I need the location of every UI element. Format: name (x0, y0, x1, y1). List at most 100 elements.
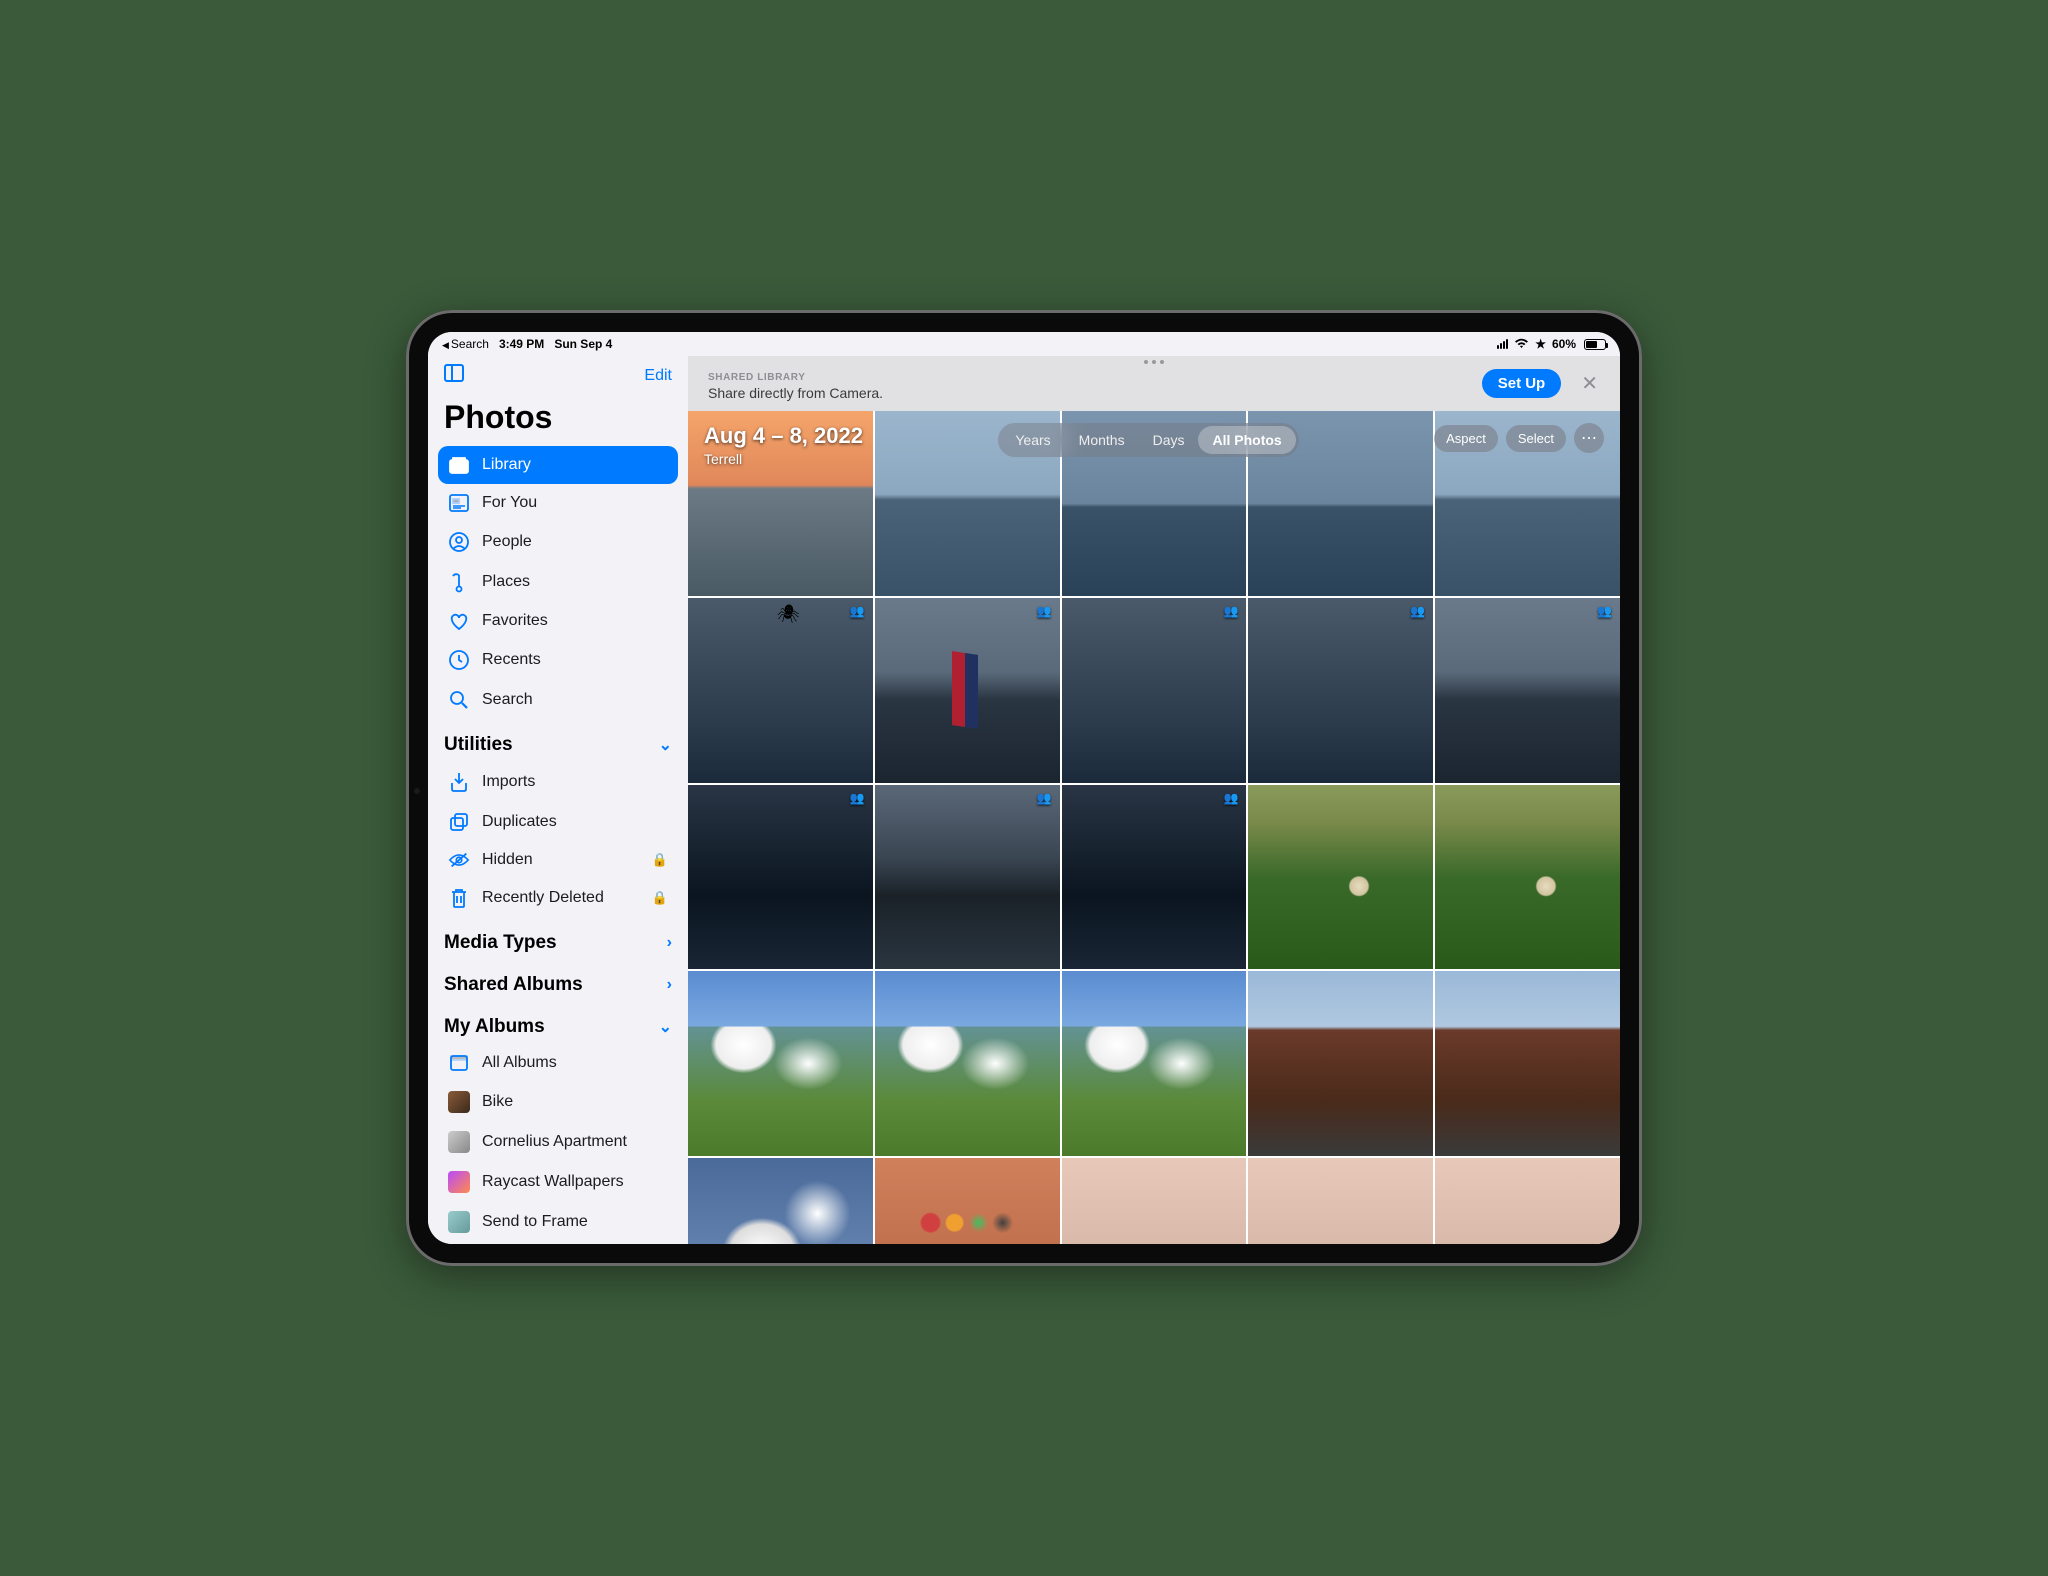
shared-icon: 👥 (850, 604, 865, 618)
sidebar-album-all-albums[interactable]: All Albums (438, 1044, 678, 1082)
section-media-types[interactable]: Media Types › (438, 918, 678, 960)
sidebar-toggle-button[interactable] (442, 362, 466, 389)
photo-cell[interactable] (1248, 971, 1433, 1156)
photo-cell[interactable]: 👥 (688, 785, 873, 970)
photo-cell[interactable] (1435, 971, 1620, 1156)
photo-cell[interactable]: 👥 (688, 598, 873, 783)
foryou-icon (448, 493, 470, 513)
shared-icon: 👥 (1037, 791, 1052, 805)
sidebar-album-raycast-wallpapers[interactable]: Raycast Wallpapers (438, 1162, 678, 1202)
people-icon (448, 531, 470, 553)
search-icon (448, 689, 470, 711)
sidebar-item-people[interactable]: People (438, 522, 678, 562)
section-shared-albums-label: Shared Albums (444, 974, 583, 996)
shared-icon: 👥 (1037, 604, 1052, 618)
album-icon (448, 1053, 470, 1073)
photo-cell[interactable]: 👥 (1062, 598, 1247, 783)
banner-label: SHARED LIBRARY (708, 372, 1468, 383)
sidebar-item-search[interactable]: Search (438, 680, 678, 720)
sidebar-item-for-you[interactable]: For You (438, 484, 678, 522)
segment-all-photos[interactable]: All Photos (1198, 426, 1295, 454)
section-my-albums[interactable]: My Albums ⌄ (438, 1002, 678, 1044)
grabber-icon[interactable] (1144, 360, 1164, 364)
app: Edit Photos LibraryFor YouPeoplePlacesFa… (428, 356, 1620, 1244)
photo-cell[interactable]: 👥 (1062, 785, 1247, 970)
photo-cell[interactable]: 👥 (875, 598, 1060, 783)
sidebar-item-label: Bike (482, 1093, 513, 1111)
banner-subtitle: Share directly from Camera. (708, 385, 1468, 401)
shared-icon: 👥 (850, 791, 865, 805)
sidebar-album-cornelius-apartment[interactable]: Cornelius Apartment (438, 1122, 678, 1162)
photo-cell[interactable] (688, 1158, 873, 1244)
sidebar-item-label: Favorites (482, 612, 548, 630)
sidebar-item-label: All Albums (482, 1054, 557, 1072)
sidebar-item-hidden[interactable]: Hidden 🔒 (438, 842, 678, 878)
sidebar-item-places[interactable]: Places (438, 562, 678, 602)
photo-cell[interactable]: 👥 (1435, 598, 1620, 783)
sidebar-item-label: Search (482, 691, 533, 709)
sidebar-item-label: Recently Deleted (482, 889, 604, 907)
edit-button[interactable]: Edit (642, 365, 674, 387)
segment-days[interactable]: Days (1139, 426, 1199, 454)
sidebar-item-label: People (482, 533, 532, 551)
shared-icon: 👥 (1597, 604, 1612, 618)
sidebar-item-recently-deleted[interactable]: Recently Deleted🔒 (438, 878, 678, 918)
sidebar-item-label: Imports (482, 773, 535, 791)
heart-icon (448, 611, 470, 631)
section-my-albums-label: My Albums (444, 1016, 545, 1038)
chevron-down-icon: ⌄ (659, 735, 672, 755)
status-back[interactable]: Search (442, 337, 489, 351)
section-media-types-label: Media Types (444, 932, 557, 954)
battery-icon (1584, 339, 1606, 350)
view-segmented-control[interactable]: YearsMonthsDaysAll Photos (998, 423, 1298, 457)
wifi-icon (1514, 337, 1529, 352)
library-icon (448, 455, 470, 475)
aspect-button[interactable]: Aspect (1434, 425, 1498, 452)
status-time: 3:49 PM (499, 337, 544, 351)
clock-icon (448, 649, 470, 671)
close-banner-button[interactable]: ✕ (1575, 371, 1604, 396)
section-shared-albums[interactable]: Shared Albums › (438, 960, 678, 1002)
select-button[interactable]: Select (1506, 425, 1566, 452)
photo-cell[interactable] (1062, 971, 1247, 1156)
cellular-icon (1497, 339, 1508, 349)
shared-icon: 👥 (1410, 604, 1425, 618)
sidebar-item-duplicates[interactable]: Duplicates (438, 802, 678, 842)
photo-cell[interactable] (875, 1158, 1060, 1244)
photo-cell[interactable] (1062, 1158, 1247, 1244)
date-range: Aug 4 – 8, 2022 (704, 423, 863, 449)
shared-library-banner: SHARED LIBRARY Share directly from Camer… (688, 356, 1620, 411)
photo-grid-scroll[interactable]: Aug 4 – 8, 2022 Terrell YearsMonthsDaysA… (688, 411, 1620, 1244)
setup-button[interactable]: Set Up (1482, 369, 1562, 398)
sidebar-album-bike[interactable]: Bike (438, 1082, 678, 1122)
sidebar-item-library[interactable]: Library (438, 446, 678, 484)
sidebar-item-favorites[interactable]: Favorites (438, 602, 678, 640)
photo-cell[interactable] (1435, 1158, 1620, 1244)
photo-cell[interactable]: 👥 (1248, 598, 1433, 783)
panel-icon (444, 364, 464, 382)
lock-icon: 🔒 (652, 852, 668, 868)
album-thumb (448, 1171, 470, 1193)
photo-cell[interactable]: 👥 (875, 785, 1060, 970)
segment-months[interactable]: Months (1065, 426, 1139, 454)
sidebar-item-imports[interactable]: Imports (438, 762, 678, 802)
sidebar-item-recents[interactable]: Recents (438, 640, 678, 680)
photo-cell[interactable] (875, 971, 1060, 1156)
sidebar-item-label: Hidden (482, 851, 533, 869)
segment-years[interactable]: Years (1001, 426, 1064, 454)
photo-cell[interactable] (688, 971, 873, 1156)
section-utilities[interactable]: Utilities ⌄ (438, 720, 678, 762)
album-thumb (448, 1131, 470, 1153)
photo-cell[interactable] (1248, 1158, 1433, 1244)
sidebar-album-send-to-frame[interactable]: Send to Frame (438, 1202, 678, 1242)
photo-cell[interactable] (1248, 785, 1433, 970)
sidebar-item-label: Raycast Wallpapers (482, 1173, 624, 1191)
sidebar-item-label: Cornelius Apartment (482, 1133, 627, 1151)
date-header: Aug 4 – 8, 2022 Terrell (704, 423, 863, 467)
location: Terrell (704, 451, 863, 467)
section-utilities-label: Utilities (444, 734, 513, 756)
more-button[interactable]: ⋯ (1574, 423, 1604, 453)
sidebar-item-label: Library (482, 456, 531, 474)
photo-cell[interactable] (1435, 785, 1620, 970)
album-thumb (448, 1211, 470, 1233)
